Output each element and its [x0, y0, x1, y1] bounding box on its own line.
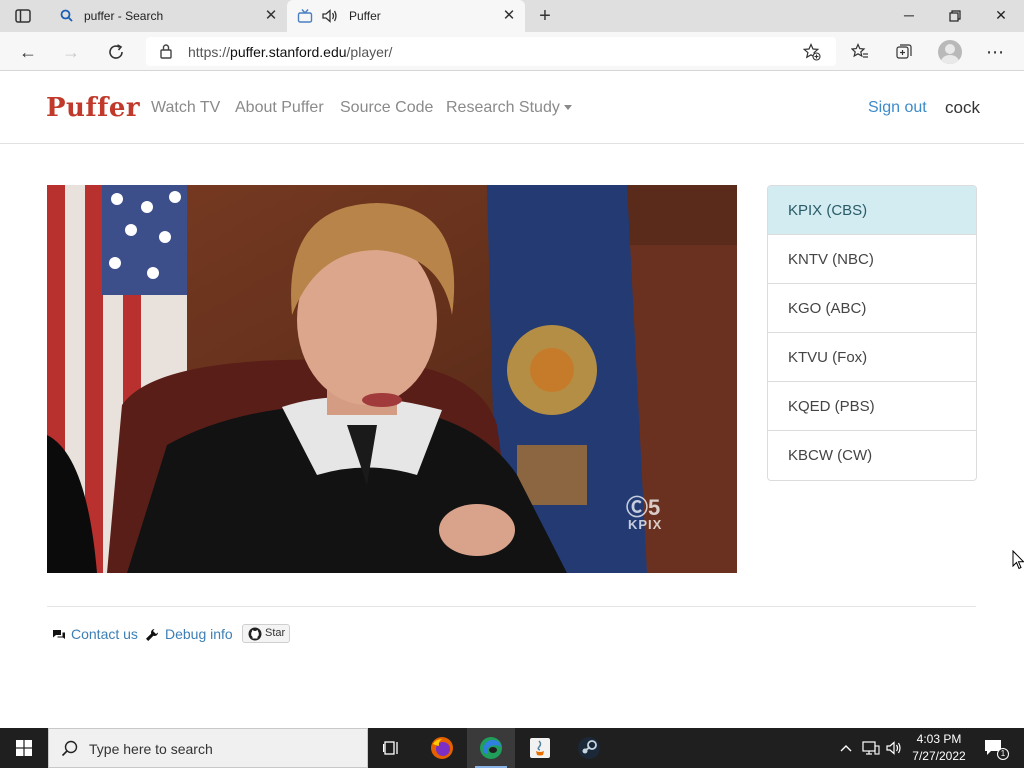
close-tab-icon[interactable]: ✕: [499, 6, 519, 26]
windows-taskbar: Type here to search 4:03 PM 7/27/2022 1: [0, 728, 1024, 768]
nav-research-study[interactable]: Research Study: [446, 99, 572, 117]
mouse-cursor-icon: [1012, 550, 1024, 570]
restore-icon: [949, 10, 961, 22]
firefox-icon: [431, 737, 453, 759]
channel-item-kpix[interactable]: KPIX (CBS): [768, 186, 976, 235]
url-scheme: https://: [188, 44, 231, 60]
network-icon: [862, 741, 880, 755]
tab-puffer-search[interactable]: puffer - Search ✕: [46, 0, 286, 32]
tab-title: Puffer: [349, 9, 381, 23]
edge-taskbar-button[interactable]: [467, 728, 515, 768]
channel-item-kgo[interactable]: KGO (ABC): [768, 284, 976, 333]
search-icon: [61, 740, 78, 757]
taskbar-search[interactable]: Type here to search: [48, 728, 368, 768]
collections-icon[interactable]: [892, 40, 916, 64]
video-player[interactable]: Ⓒ5 KPIX: [47, 185, 737, 573]
tab-actions-icon[interactable]: [14, 7, 32, 25]
footer-divider: [47, 606, 976, 607]
show-hidden-icons-button[interactable]: [838, 728, 854, 768]
speaker-icon[interactable]: [321, 8, 338, 24]
url-path: /player/: [346, 44, 393, 60]
puffer-logo[interactable]: Puffer: [46, 93, 140, 123]
notification-badge: 1: [997, 748, 1009, 760]
search-icon: [60, 9, 73, 22]
username: cock: [945, 98, 980, 117]
volume-button[interactable]: [884, 728, 906, 768]
chevron-down-icon: [563, 105, 572, 111]
github-icon: [248, 627, 262, 641]
steam-taskbar-button[interactable]: [565, 728, 613, 768]
new-tab-button[interactable]: +: [534, 5, 556, 27]
search-placeholder: Type here to search: [89, 741, 213, 757]
nav-research-study-label: Research Study: [446, 99, 560, 116]
volume-icon: [886, 741, 901, 755]
sign-out-link[interactable]: Sign out: [868, 99, 927, 117]
channel-item-kqed[interactable]: KQED (PBS): [768, 382, 976, 431]
close-tab-icon[interactable]: ✕: [261, 6, 281, 26]
forward-button[interactable]: →: [59, 40, 83, 64]
lock-icon[interactable]: [158, 43, 174, 59]
java-taskbar-button[interactable]: [516, 728, 564, 768]
channel-item-ktvu[interactable]: KTVU (Fox): [768, 333, 976, 382]
tab-title: puffer - Search: [84, 9, 164, 23]
github-star-button[interactable]: Star: [242, 624, 290, 643]
favorites-star-list-icon: [851, 43, 868, 58]
clock-date: 7/27/2022: [912, 749, 966, 763]
nav-source-code[interactable]: Source Code: [340, 99, 433, 117]
windows-logo-icon: [16, 740, 32, 756]
java-app-icon: [530, 738, 550, 758]
wrench-icon: [146, 629, 158, 641]
address-bar[interactable]: https://puffer.stanford.edu/player/: [146, 37, 836, 66]
system-clock[interactable]: 4:03 PM 7/27/2022: [908, 731, 970, 765]
channel-watermark: KPIX: [628, 517, 663, 532]
tv-icon: [297, 9, 313, 23]
channel-list: KPIX (CBS) KNTV (NBC) KGO (ABC) KTVU (Fo…: [767, 185, 977, 481]
firefox-taskbar-button[interactable]: [418, 728, 466, 768]
add-favorite-icon[interactable]: [803, 43, 821, 61]
url-host: puffer.stanford.edu: [230, 44, 347, 60]
task-view-button[interactable]: [368, 728, 416, 768]
browser-tab-bar: puffer - Search ✕ Puffer ✕ + ─ ✕: [0, 0, 1024, 32]
collections-glyph-icon: [896, 44, 912, 59]
nav-about-puffer[interactable]: About Puffer: [235, 99, 324, 117]
close-window-button[interactable]: ✕: [978, 0, 1024, 32]
channel-item-kntv[interactable]: KNTV (NBC): [768, 235, 976, 284]
chevron-up-icon: [840, 745, 852, 752]
nav-watch-tv[interactable]: Watch TV: [151, 99, 220, 117]
debug-info-link[interactable]: Debug info: [165, 626, 233, 642]
maximize-button[interactable]: [932, 0, 978, 32]
star-label: Star: [265, 627, 286, 639]
favorites-icon[interactable]: [848, 40, 872, 64]
network-button[interactable]: [860, 728, 882, 768]
site-navbar: Puffer Watch TV About Puffer Source Code…: [0, 71, 1024, 144]
task-view-icon: [383, 741, 398, 755]
more-menu-icon[interactable]: ⋯: [983, 40, 1007, 64]
tab-puffer[interactable]: Puffer ✕: [287, 0, 525, 32]
url-text: https://puffer.stanford.edu/player/: [188, 44, 392, 60]
profile-avatar[interactable]: [938, 40, 962, 64]
steam-icon: [578, 737, 600, 759]
comments-icon: [53, 630, 65, 639]
start-button[interactable]: [0, 728, 48, 768]
refresh-button[interactable]: [104, 40, 128, 64]
browser-toolbar: ← → https://puffer.stanford.edu/player/: [0, 32, 1024, 71]
contact-us-link[interactable]: Contact us: [71, 626, 138, 642]
minimize-button[interactable]: ─: [886, 0, 932, 32]
edge-icon: [480, 737, 502, 759]
back-button[interactable]: ←: [16, 40, 40, 64]
refresh-icon: [109, 44, 123, 59]
clock-time: 4:03 PM: [916, 732, 962, 746]
action-center-button[interactable]: 1: [980, 728, 1010, 768]
channel-item-kbcw[interactable]: KBCW (CW): [768, 431, 976, 480]
